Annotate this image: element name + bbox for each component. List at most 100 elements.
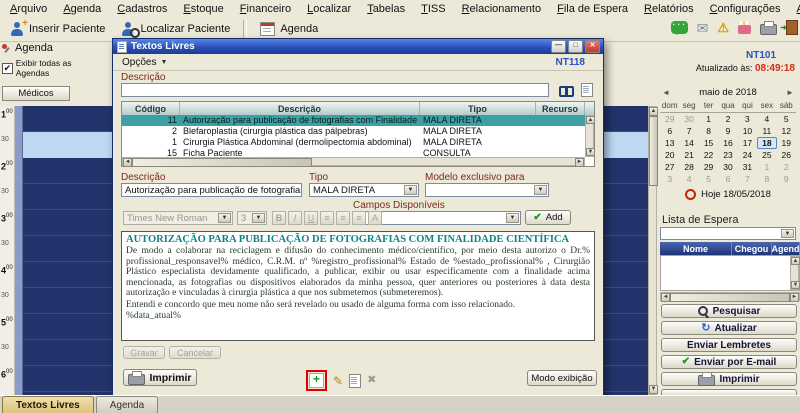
menu-item-arquivo[interactable]: Arquivo <box>2 2 55 16</box>
calendar-date[interactable]: 4 <box>679 173 698 185</box>
calendar-date[interactable]: 23 <box>718 149 737 161</box>
agenda-button[interactable]: Agenda <box>254 20 324 38</box>
calendar-date[interactable]: 9 <box>718 125 737 137</box>
waitlist-horizontal-scrollbar[interactable]: ◄ ► <box>660 292 800 301</box>
chevron-down-icon[interactable]: ▼ <box>534 185 547 195</box>
table-vertical-scrollbar[interactable]: ▲ ▼ <box>585 115 594 157</box>
copy-record-icon[interactable] <box>349 374 361 388</box>
table-horizontal-scrollbar[interactable]: ◄ ► <box>122 157 585 166</box>
localizar-paciente-button[interactable]: Localizar Paciente <box>115 20 236 38</box>
calendar-date[interactable]: 14 <box>679 137 698 149</box>
scroll-right-button[interactable]: ► <box>575 158 584 167</box>
calendar-date[interactable]: 29 <box>699 161 718 173</box>
imprimir-button[interactable]: Imprimir <box>123 369 197 386</box>
calendar-date[interactable]: 1 <box>757 161 776 173</box>
cancelar-button[interactable]: Cancelar <box>169 346 221 359</box>
dialog-titlebar[interactable]: Textos Livres — □ ✕ <box>113 39 603 54</box>
align-right-button[interactable]: ≡ <box>352 211 366 225</box>
calendar-date[interactable]: 1 <box>699 113 718 125</box>
calendar-date[interactable]: 21 <box>679 149 698 161</box>
calendar-date[interactable]: 26 <box>777 149 796 161</box>
calendar-prev-icon[interactable]: ◄ <box>660 88 672 97</box>
col-recurso[interactable]: Recurso <box>536 102 585 115</box>
modelo-exclusivo-combo[interactable]: ▼ <box>425 183 549 197</box>
show-all-agendas-checkbox[interactable]: ✔ <box>2 63 13 74</box>
calendar-date[interactable]: 8 <box>699 125 718 137</box>
scroll-thumb[interactable] <box>649 116 658 186</box>
inserir-paciente-button[interactable]: + Inserir Paciente <box>4 20 111 38</box>
tipo-combo[interactable]: MALA DIRETA ▼ <box>309 183 419 197</box>
scroll-left-button[interactable]: ◄ <box>123 158 132 167</box>
menu-item-tiss[interactable]: TISS <box>413 2 453 16</box>
col-codigo[interactable]: Código <box>122 102 180 115</box>
calendar-today[interactable]: Hoje 18/05/2018 <box>660 189 796 200</box>
modo-exibicao-button[interactable]: Modo exibição <box>527 370 597 386</box>
mail-icon[interactable]: ✉ <box>697 21 709 35</box>
calendar-date[interactable]: 30 <box>718 161 737 173</box>
texto-row[interactable]: 1Cirurgia Plástica Abdominal (dermolipec… <box>122 137 585 148</box>
calendar-date[interactable]: 5 <box>699 173 718 185</box>
scroll-left-button[interactable]: ◄ <box>661 293 670 302</box>
binoculars-search-icon[interactable] <box>559 84 574 95</box>
maximize-button[interactable]: □ <box>568 40 583 53</box>
show-all-agendas-option[interactable]: ✔ Exibir todas as Agendas <box>2 58 104 78</box>
menu-item-estoque[interactable]: Estoque <box>175 2 231 16</box>
scroll-right-button[interactable]: ► <box>790 293 799 302</box>
calendar-date[interactable]: 13 <box>660 137 679 149</box>
chevron-down-icon[interactable]: ▼ <box>781 229 794 238</box>
pesquisar-button[interactable]: Pesquisar <box>661 304 797 318</box>
add-campo-button[interactable]: ✔ Add <box>525 210 571 225</box>
document-preview[interactable]: AUTORIZAÇÃO PARA PUBLICAÇÃO DE FOTOGRAFI… <box>121 231 595 341</box>
calendar-date[interactable]: 25 <box>757 149 776 161</box>
texto-row[interactable]: 2Blefaroplastia (cirurgia plástica das p… <box>122 126 585 137</box>
menu-item-fila-de-espera[interactable]: Fila de Espera <box>549 2 636 16</box>
texto-row[interactable]: 15Ficha PacienteCONSULTA <box>122 148 585 157</box>
scroll-thumb[interactable] <box>132 158 312 167</box>
waitlist-filter-combo[interactable]: ▼ <box>660 227 796 240</box>
calendar-date[interactable]: 30 <box>679 113 698 125</box>
menu-item-relacionamento[interactable]: Relacionamento <box>454 2 550 16</box>
tab-textos-livres[interactable]: Textos Livres <box>2 396 94 413</box>
calendar-date[interactable]: 2 <box>718 113 737 125</box>
align-center-button[interactable]: ≡ <box>336 211 350 225</box>
calendar-date[interactable]: 9 <box>777 173 796 185</box>
descricao-field-input[interactable]: Autorização para publicação de fotografi… <box>121 183 302 197</box>
chevron-down-icon[interactable]: ▼ <box>404 185 417 195</box>
opcoes-menu-button[interactable]: Opções ▼ <box>113 54 176 70</box>
calendar-date[interactable]: 17 <box>738 137 757 149</box>
menu-item-cadastros[interactable]: Cadastros <box>109 2 175 16</box>
menu-item-tabelas[interactable]: Tabelas <box>359 2 413 16</box>
medicos-header[interactable]: Médicos <box>2 86 70 101</box>
delete-record-icon[interactable]: ✖ <box>367 375 376 386</box>
calendar-date[interactable]: 22 <box>699 149 718 161</box>
scroll-down-button[interactable]: ▼ <box>791 281 800 289</box>
add-record-icon[interactable]: + <box>309 373 324 388</box>
warning-icon[interactable]: ⚠ <box>717 21 729 34</box>
scroll-down-button[interactable]: ▼ <box>649 385 658 394</box>
align-left-button[interactable]: ≡ <box>320 211 334 225</box>
atualizar-button[interactable]: ↻ Atualizar <box>661 321 797 335</box>
scroll-thumb[interactable] <box>670 293 790 302</box>
calendar-date[interactable]: 29 <box>660 113 679 125</box>
calendar-date[interactable]: 6 <box>718 173 737 185</box>
calendar-date[interactable]: 2 <box>777 161 796 173</box>
calendar-date[interactable]: 7 <box>738 173 757 185</box>
col-descricao[interactable]: Descrição <box>180 102 420 115</box>
scroll-up-button[interactable]: ▲ <box>586 116 595 124</box>
calendar-date-selected[interactable]: 18 <box>757 137 776 149</box>
chevron-down-icon[interactable]: ▼ <box>506 213 519 223</box>
bold-button[interactable]: B <box>272 211 286 225</box>
italic-button[interactable]: I <box>288 211 302 225</box>
tab-agenda[interactable]: Agenda <box>96 396 158 413</box>
menu-item-configura-es[interactable]: Configurações <box>702 2 789 16</box>
font-family-combo[interactable]: Times New Roman ▼ <box>123 211 233 225</box>
calendar-date[interactable]: 19 <box>777 137 796 149</box>
calendar-date[interactable]: 28 <box>679 161 698 173</box>
waitlist-col-nome[interactable]: Nome <box>660 242 732 255</box>
calendar-date[interactable]: 31 <box>738 161 757 173</box>
calendar-date[interactable]: 16 <box>718 137 737 149</box>
calendar-date[interactable]: 27 <box>660 161 679 173</box>
calendar-date[interactable]: 24 <box>738 149 757 161</box>
col-tipo[interactable]: Tipo <box>420 102 536 115</box>
scroll-up-button[interactable]: ▲ <box>791 257 800 265</box>
